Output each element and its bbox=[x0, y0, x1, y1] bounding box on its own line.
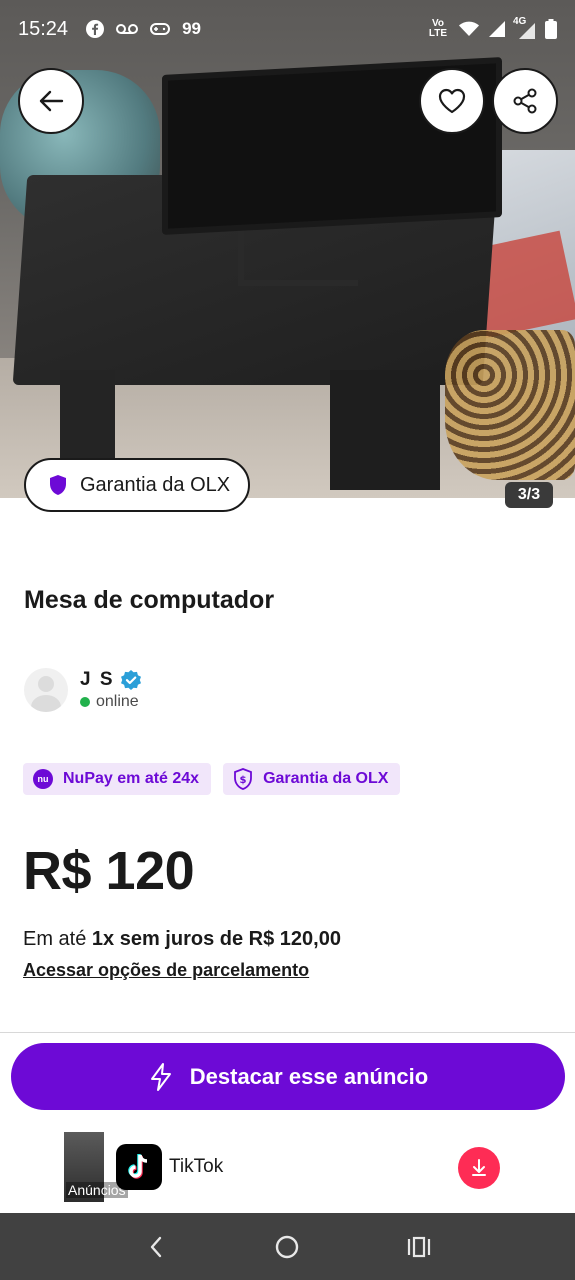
payment-badges: nu NuPay em até 24x $ Garantia da OLX bbox=[23, 763, 401, 795]
nupay-badge-label: NuPay em até 24x bbox=[63, 770, 200, 787]
ad-banner[interactable]: Anúncios TikTok bbox=[0, 1130, 575, 1210]
share-icon bbox=[513, 88, 537, 114]
online-dot bbox=[80, 697, 90, 707]
listing-price: R$ 120 bbox=[23, 841, 195, 901]
photo-scarf bbox=[445, 330, 575, 480]
garantia-badge[interactable]: $ Garantia da OLX bbox=[223, 763, 401, 795]
installments-info: Em até 1x sem juros de R$ 120,00 bbox=[23, 928, 341, 951]
favorite-button[interactable] bbox=[419, 68, 485, 134]
seller-info[interactable]: J S online bbox=[24, 668, 141, 712]
highlight-ad-label: Destacar esse anúncio bbox=[189, 1063, 429, 1089]
signal-icon bbox=[489, 21, 505, 37]
shield-dollar-icon: $ bbox=[234, 768, 252, 790]
back-button[interactable] bbox=[18, 68, 84, 134]
online-status-label: online bbox=[96, 693, 139, 710]
garantia-chip-label: Garantia da OLX bbox=[80, 473, 231, 496]
seller-text: J S online bbox=[80, 669, 141, 711]
seller-name-row: J S bbox=[80, 669, 141, 691]
facebook-icon bbox=[86, 20, 105, 38]
signal-4g-icon: 4G bbox=[513, 17, 535, 39]
chevron-left-icon bbox=[150, 1236, 162, 1257]
listing-photo[interactable] bbox=[0, 0, 575, 498]
photo-counter: 3/3 bbox=[505, 482, 553, 508]
listing-details-card: Mesa de computador J S online nu NuPay e… bbox=[0, 530, 575, 1035]
status-bar: 15:24 99 Vo LTE 4G bbox=[0, 0, 575, 58]
shield-icon bbox=[50, 475, 66, 495]
download-button[interactable] bbox=[458, 1147, 500, 1189]
status-time: 15:24 bbox=[18, 17, 69, 40]
garantia-badge-label: Garantia da OLX bbox=[263, 770, 389, 787]
circle-icon bbox=[276, 1235, 299, 1258]
avatar-head bbox=[38, 676, 54, 692]
verified-icon bbox=[120, 670, 141, 690]
divider bbox=[0, 1032, 575, 1033]
nupay-badge[interactable]: nu NuPay em até 24x bbox=[23, 763, 212, 795]
nav-back-button[interactable] bbox=[126, 1222, 186, 1272]
nubank-icon: nu bbox=[33, 769, 53, 789]
heart-icon bbox=[438, 88, 466, 114]
99-icon: 99 bbox=[182, 19, 201, 38]
wifi-icon bbox=[459, 21, 479, 36]
photo-desk-leg-right bbox=[330, 370, 440, 490]
highlight-ad-button[interactable]: Destacar esse anúncio bbox=[11, 1043, 565, 1110]
status-system-icons: Vo LTE 4G bbox=[427, 17, 557, 39]
garantia-olx-chip[interactable]: Garantia da OLX bbox=[24, 458, 250, 512]
status-notification-icons: 99 bbox=[86, 19, 201, 39]
installments-options-link[interactable]: Acessar opções de parcelamento bbox=[23, 960, 309, 981]
listing-title: Mesa de computador bbox=[24, 586, 275, 614]
recents-icon bbox=[408, 1236, 431, 1257]
volte-icon: Vo LTE bbox=[428, 18, 448, 39]
tiktok-icon bbox=[116, 1144, 162, 1190]
installments-prefix: Em até bbox=[23, 928, 87, 950]
arrow-left-icon bbox=[39, 90, 64, 112]
voicemail-icon bbox=[116, 24, 139, 34]
avatar-body bbox=[31, 695, 61, 712]
nav-home-button[interactable] bbox=[257, 1222, 317, 1272]
lightning-icon bbox=[150, 1062, 171, 1091]
battery-icon bbox=[545, 19, 557, 39]
ad-app-name: TikTok bbox=[169, 1156, 224, 1177]
nav-recents-button[interactable] bbox=[389, 1222, 449, 1272]
avatar bbox=[24, 668, 68, 712]
share-button[interactable] bbox=[492, 68, 558, 134]
navigation-bar bbox=[0, 1213, 575, 1280]
gamepad-icon bbox=[150, 23, 171, 35]
svg-text:$: $ bbox=[240, 775, 247, 786]
seller-name: J S bbox=[80, 669, 115, 690]
download-icon bbox=[472, 1159, 486, 1176]
installments-detail: 1x sem juros de R$ 120,00 bbox=[91, 928, 341, 950]
online-status: online bbox=[80, 693, 141, 711]
